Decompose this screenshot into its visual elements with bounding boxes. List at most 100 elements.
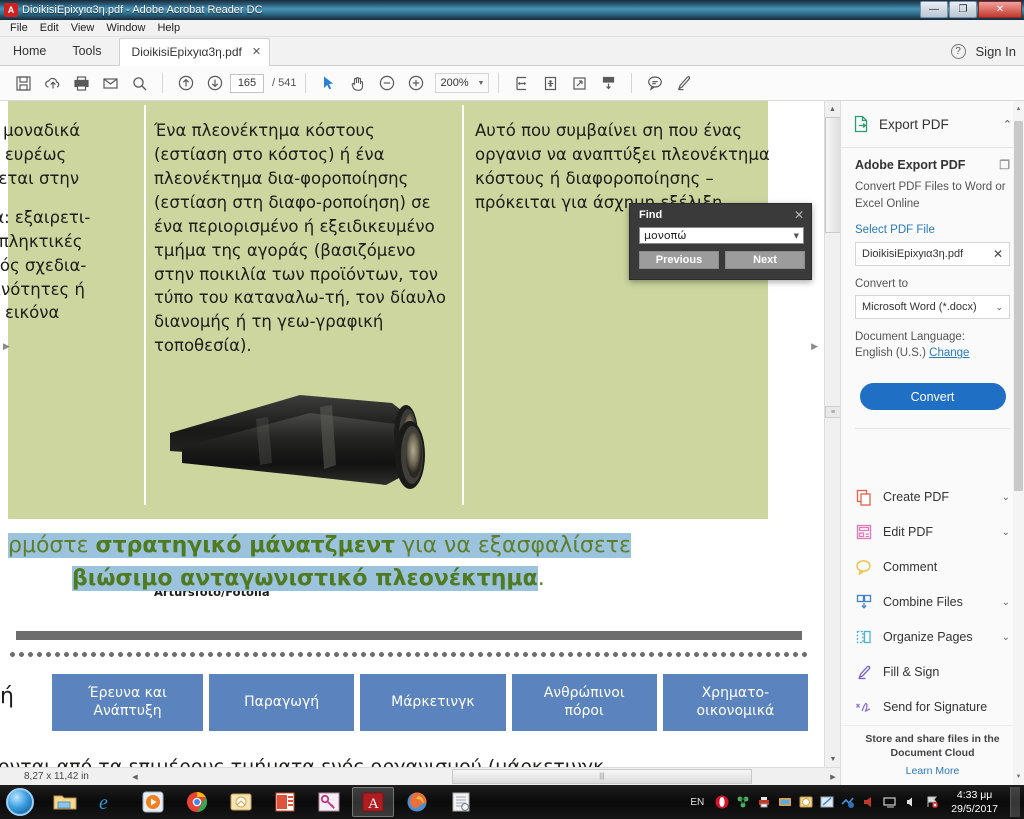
hscroll-thumb[interactable]: |||	[452, 768, 752, 784]
find-dialog[interactable]: Find ✕ μονοπώ ▼ Previous Next	[629, 203, 812, 280]
zoom-level-select[interactable]: 200% ▼	[435, 73, 490, 93]
screen-icon[interactable]	[882, 795, 897, 810]
chevron-down-icon[interactable]: ⌄	[1002, 597, 1010, 608]
scroll-mode-icon[interactable]	[595, 70, 622, 97]
taskbar-document-icon[interactable]	[440, 787, 482, 817]
panel-scroll-up[interactable]: ▲	[1013, 103, 1024, 115]
next-page-edge-arrow[interactable]: ▶	[811, 341, 818, 352]
tool-comment[interactable]: Comment	[841, 550, 1024, 585]
printer-icon[interactable]	[756, 795, 771, 810]
select-cursor-icon[interactable]	[315, 70, 342, 97]
chevron-down-icon[interactable]: ⌄	[1002, 492, 1010, 503]
change-language-link[interactable]: Change	[929, 347, 969, 359]
chevron-up-icon[interactable]: ⌃	[1003, 118, 1012, 131]
taskbar-media-player-icon[interactable]	[132, 787, 174, 817]
next-page-icon[interactable]	[201, 70, 228, 97]
email-icon[interactable]	[97, 70, 124, 97]
close-icon[interactable]: ✕	[252, 39, 261, 66]
flag-icon[interactable]	[924, 795, 939, 810]
chevron-down-icon[interactable]: ⌄	[1002, 527, 1010, 538]
taskbar-powerpoint-icon[interactable]	[264, 787, 306, 817]
show-desktop-button[interactable]	[1010, 787, 1020, 817]
page-number-input[interactable]: 165	[230, 73, 264, 93]
taskbar-firefox-icon[interactable]	[396, 787, 438, 817]
tool-organize-pages[interactable]: Organize Pages ⌄	[841, 620, 1024, 655]
menu-item-file[interactable]: File	[4, 20, 34, 37]
sign-in-button[interactable]: Sign In	[976, 44, 1016, 59]
tool-combine-files[interactable]: Combine Files ⌄	[841, 585, 1024, 620]
menu-item-help[interactable]: Help	[151, 20, 186, 37]
tool-fill-sign[interactable]: Fill & Sign	[841, 655, 1024, 690]
tab-tools[interactable]: Tools	[59, 37, 114, 65]
select-pdf-file-link[interactable]: Select PDF File	[855, 224, 1010, 236]
hscroll-right-arrow[interactable]: ▶	[826, 773, 840, 781]
clear-file-icon[interactable]: ✕	[993, 247, 1003, 261]
prev-page-edge-arrow[interactable]: ▶	[3, 341, 10, 352]
find-previous-button[interactable]: Previous	[639, 251, 719, 269]
fit-page-icon[interactable]	[537, 70, 564, 97]
taskbar-google-chrome-icon[interactable]	[176, 787, 218, 817]
tool-create-pdf[interactable]: Create PDF ⌄	[841, 480, 1024, 515]
help-icon[interactable]: ?	[950, 44, 966, 59]
minimize-button[interactable]: —	[920, 1, 948, 18]
speaker-mute-icon[interactable]	[861, 795, 876, 810]
zoom-in-icon[interactable]	[402, 70, 429, 97]
scroll-thumb[interactable]	[825, 117, 840, 233]
pdf-viewer[interactable]: έρει μοναδικά νται ευρέως ιθύνεται στην …	[0, 101, 840, 785]
volume-icon[interactable]	[903, 795, 918, 810]
export-pdf-header[interactable]: Export PDF ⌃	[841, 101, 1024, 148]
zoom-out-icon[interactable]	[373, 70, 400, 97]
taskbar-file-explorer-icon[interactable]	[44, 787, 86, 817]
copy-icon[interactable]: ❐	[999, 158, 1010, 172]
convert-to-select[interactable]: Microsoft Word (*.docx) ⌄	[855, 295, 1010, 320]
taskbar-outlook-icon[interactable]	[220, 787, 262, 817]
scroll-up-arrow[interactable]: ▲	[825, 101, 840, 117]
panel-scroll-thumb[interactable]	[1014, 121, 1023, 491]
highlighted-heading[interactable]: ρμόστε στρατηγικό μάνατζμεντ για να εξασ…	[8, 529, 798, 595]
print-icon[interactable]	[68, 70, 95, 97]
display-icon[interactable]	[777, 795, 792, 810]
highlight-pen-icon[interactable]	[670, 70, 697, 97]
tab-home[interactable]: Home	[0, 37, 59, 65]
fullscreen-icon[interactable]	[566, 70, 593, 97]
opera-icon[interactable]	[714, 795, 729, 810]
taskbar-adobe-reader-icon[interactable]: A	[352, 787, 394, 817]
viewer-vertical-scrollbar[interactable]: ▲ ≡ ▼	[824, 101, 840, 767]
panel-scrollbar[interactable]: ▲ ▼	[1013, 101, 1024, 785]
save-icon[interactable]	[10, 70, 37, 97]
search-icon[interactable]	[126, 70, 153, 97]
hscroll-left-arrow[interactable]: ◀	[128, 773, 142, 781]
scroll-grip[interactable]: ≡	[825, 406, 840, 418]
panel-scroll-down[interactable]: ▼	[1013, 771, 1024, 783]
scroll-down-arrow[interactable]: ▼	[825, 751, 840, 767]
maximize-button[interactable]: ❐	[949, 1, 977, 18]
convert-button[interactable]: Convert	[859, 383, 1006, 411]
tool-edit-pdf[interactable]: Edit PDF ⌄	[841, 515, 1024, 550]
tool-send-for-signature[interactable]: Send for Signature	[841, 690, 1024, 725]
learn-more-link[interactable]: Learn More	[851, 765, 1014, 777]
snip-icon[interactable]	[819, 795, 834, 810]
taskbar-keepass-icon[interactable]	[308, 787, 350, 817]
start-button[interactable]	[0, 786, 40, 818]
window-controls[interactable]: — ❐ ✕	[919, 1, 1022, 18]
fit-width-icon[interactable]	[508, 70, 535, 97]
close-button[interactable]: ✕	[978, 1, 1022, 18]
update-icon[interactable]	[840, 795, 855, 810]
comment-icon[interactable]	[641, 70, 668, 97]
taskbar-clock[interactable]: 4:33 μμ 29/5/2017	[951, 788, 998, 816]
hscroll-track[interactable]: |||	[142, 768, 826, 785]
network-sync-icon[interactable]	[735, 795, 750, 810]
close-icon[interactable]: ✕	[794, 208, 804, 222]
upload-cloud-icon[interactable]	[39, 70, 66, 97]
tab-document[interactable]: DioikisiEpixyια3η.pdf ✕	[118, 38, 271, 66]
language-indicator[interactable]: EN	[690, 797, 704, 808]
find-input[interactable]: μονοπώ ▼	[639, 227, 804, 244]
find-next-button[interactable]: Next	[725, 251, 805, 269]
chevron-down-icon[interactable]: ⌄	[1002, 632, 1010, 643]
taskbar-internet-explorer-icon[interactable]: e	[88, 787, 130, 817]
menu-item-window[interactable]: Window	[100, 20, 151, 37]
menu-item-edit[interactable]: Edit	[34, 20, 65, 37]
previous-page-icon[interactable]	[172, 70, 199, 97]
chevron-down-icon[interactable]: ▼	[794, 232, 799, 240]
outlook-tray-icon[interactable]	[798, 795, 813, 810]
